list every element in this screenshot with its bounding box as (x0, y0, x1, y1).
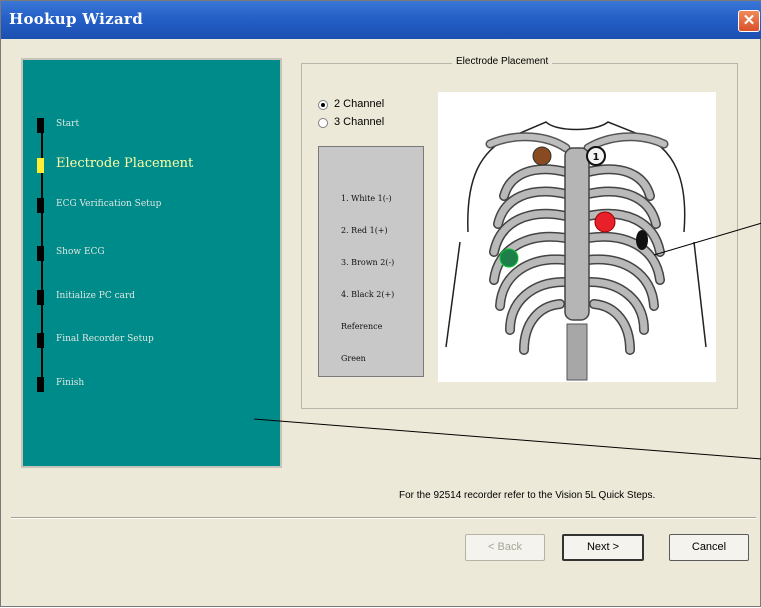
step-label: Show ECG (56, 247, 105, 257)
step-final-recorder-setup: Final Recorder Setup (23, 330, 278, 352)
black-electrode (636, 230, 648, 250)
step-label: Initialize PC card (56, 291, 136, 301)
radio-checked-icon (318, 100, 328, 110)
recorder-quick-steps-note: For the 92514 recorder refer to the Visi… (399, 490, 656, 501)
radio-3-channel[interactable]: 3 Channel (318, 116, 428, 134)
legend-item: 3. Brown 2(-) (341, 258, 395, 267)
legend-item: 2. Red 1(+) (341, 226, 388, 235)
button-separator (11, 517, 756, 519)
step-marker (37, 290, 44, 305)
chest-diagram: 1 (438, 92, 716, 382)
step-show-ecg: Show ECG (23, 243, 278, 265)
white-electrode-number: 1 (593, 152, 600, 163)
step-label: Finish (56, 378, 85, 388)
electrode-placement-group: Electrode Placement 2 Channel 3 Channel … (301, 56, 738, 409)
radio-2-channel[interactable]: 2 Channel (318, 98, 428, 116)
step-electrode-placement: Electrode Placement (23, 155, 278, 177)
red-electrode (594, 211, 616, 233)
wizard-steps-panel: Start Electrode Placement ECG Verificati… (21, 58, 282, 468)
step-label: Electrode Placement (56, 156, 194, 171)
step-label: ECG Verification Setup (56, 199, 162, 209)
group-title: Electrode Placement (452, 56, 553, 67)
brown-electrode (532, 146, 552, 166)
step-ecg-verification-setup: ECG Verification Setup (23, 195, 278, 217)
close-icon: ✕ (742, 12, 756, 29)
step-marker (37, 118, 44, 133)
step-label: Start (56, 119, 80, 129)
step-finish: Finish (23, 374, 278, 396)
radio-unchecked-icon (318, 118, 328, 128)
step-label: Final Recorder Setup (56, 334, 154, 344)
step-start: Start (23, 115, 278, 137)
legend-item: 1. White 1(-) (341, 194, 392, 203)
step-marker (37, 333, 44, 348)
electrode-legend: 1. White 1(-) 2. Red 1(+) 3. Brown 2(-) … (318, 146, 424, 377)
step-initialize-pc-card: Initialize PC card (23, 287, 278, 309)
back-button[interactable]: < Back (465, 534, 545, 561)
title-bar[interactable]: Hookup Wizard ✕ (1, 1, 761, 39)
hookup-wizard-window: Hookup Wizard ✕ Start Electrode Placemen… (0, 0, 761, 607)
legend-item: Green (341, 354, 366, 363)
next-button[interactable]: Next > (562, 534, 644, 561)
close-button[interactable]: ✕ (738, 10, 760, 32)
legend-item: 4. Black 2(+) (341, 290, 395, 299)
step-marker (37, 246, 44, 261)
radio-label: 2 Channel (334, 98, 385, 110)
step-marker (37, 198, 44, 213)
window-title: Hookup Wizard (9, 10, 143, 28)
legend-item: Reference (341, 322, 383, 331)
green-electrode (499, 248, 519, 268)
step-marker (37, 377, 44, 392)
radio-label: 3 Channel (334, 116, 385, 128)
ribcage-illustration: 1 (445, 121, 707, 381)
step-marker-active (37, 158, 44, 173)
cancel-button[interactable]: Cancel (669, 534, 749, 561)
